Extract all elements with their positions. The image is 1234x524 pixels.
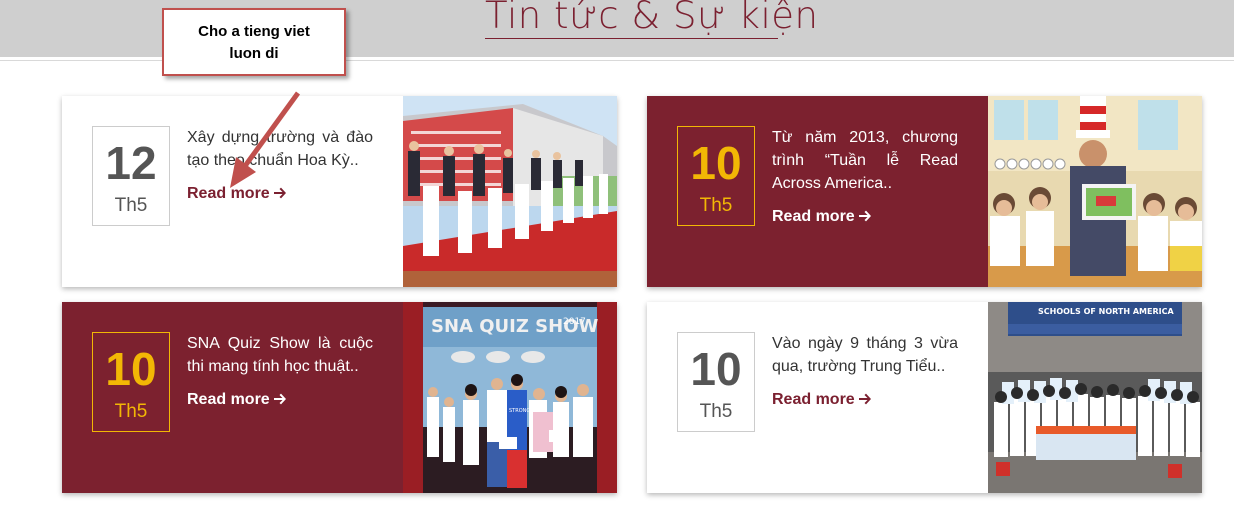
news-photo-classroom[interactable] [988, 96, 1202, 287]
annotation-line-1: Cho a tieng viet [198, 23, 310, 40]
date-day: 10 [105, 343, 157, 395]
read-more-label: Read more [772, 208, 855, 225]
read-more-link[interactable]: Read more [187, 184, 287, 204]
annotation-callout: Cho a tieng viet luon di [162, 8, 346, 76]
annotation-line-2: luon di [229, 45, 279, 62]
news-excerpt[interactable]: SNA Quiz Show là cuộc thi mang tính học … [187, 332, 373, 378]
date-day: 12 [105, 137, 157, 189]
date-month: Th5 [114, 401, 148, 422]
read-more-label: Read more [187, 185, 270, 202]
date-badge: 12 Th5 [92, 126, 170, 226]
arrow-right-icon [273, 393, 286, 405]
photo-shirt-text: STRONG [509, 408, 530, 414]
read-more-label: Read more [187, 391, 270, 408]
date-day: 10 [690, 137, 742, 189]
news-photo-quiz-show[interactable]: SNA QUIZ SHOW 2017 STRONG [403, 302, 617, 493]
date-month: Th5 [699, 401, 733, 422]
news-card-4: 10 Th5 Vào ngày 9 tháng 3 vừa qua, trườn… [647, 302, 1202, 493]
read-more-label: Read more [772, 391, 855, 408]
photo-header-text: SCHOOLS OF NORTH AMERICA [1038, 307, 1174, 316]
date-badge: 10 Th5 [677, 332, 755, 432]
arrow-right-icon [858, 210, 871, 222]
news-excerpt[interactable]: Vào ngày 9 tháng 3 vừa qua, trường Trung… [772, 332, 958, 378]
date-badge: 10 Th5 [677, 126, 755, 226]
photo-year-text: 2017 [563, 317, 586, 327]
read-more-link[interactable]: Read more [772, 390, 872, 410]
news-card-1: 12 Th5 Xây dựng trường và đào tạo theo c… [62, 96, 617, 287]
title-underline [485, 38, 778, 39]
news-photo-group[interactable]: SCHOOLS OF NORTH AMERICA [988, 302, 1202, 493]
news-excerpt[interactable]: Xây dựng trường và đào tạo theo chuẩn Ho… [187, 126, 373, 172]
arrow-right-icon [858, 393, 871, 405]
date-month: Th5 [699, 195, 733, 216]
news-card-3: 10 Th5 SNA Quiz Show là cuộc thi mang tí… [62, 302, 617, 493]
news-excerpt[interactable]: Từ năm 2013, chương trình “Tuần lễ Read … [772, 126, 958, 195]
date-badge: 10 Th5 [92, 332, 170, 432]
read-more-link[interactable]: Read more [187, 390, 287, 410]
date-day: 10 [690, 343, 742, 395]
news-photo-groundbreaking[interactable] [403, 96, 617, 287]
read-more-link[interactable]: Read more [772, 207, 872, 227]
news-card-2: 10 Th5 Từ năm 2013, chương trình “Tuần l… [647, 96, 1202, 287]
date-month: Th5 [114, 195, 148, 216]
arrow-right-icon [273, 187, 286, 199]
